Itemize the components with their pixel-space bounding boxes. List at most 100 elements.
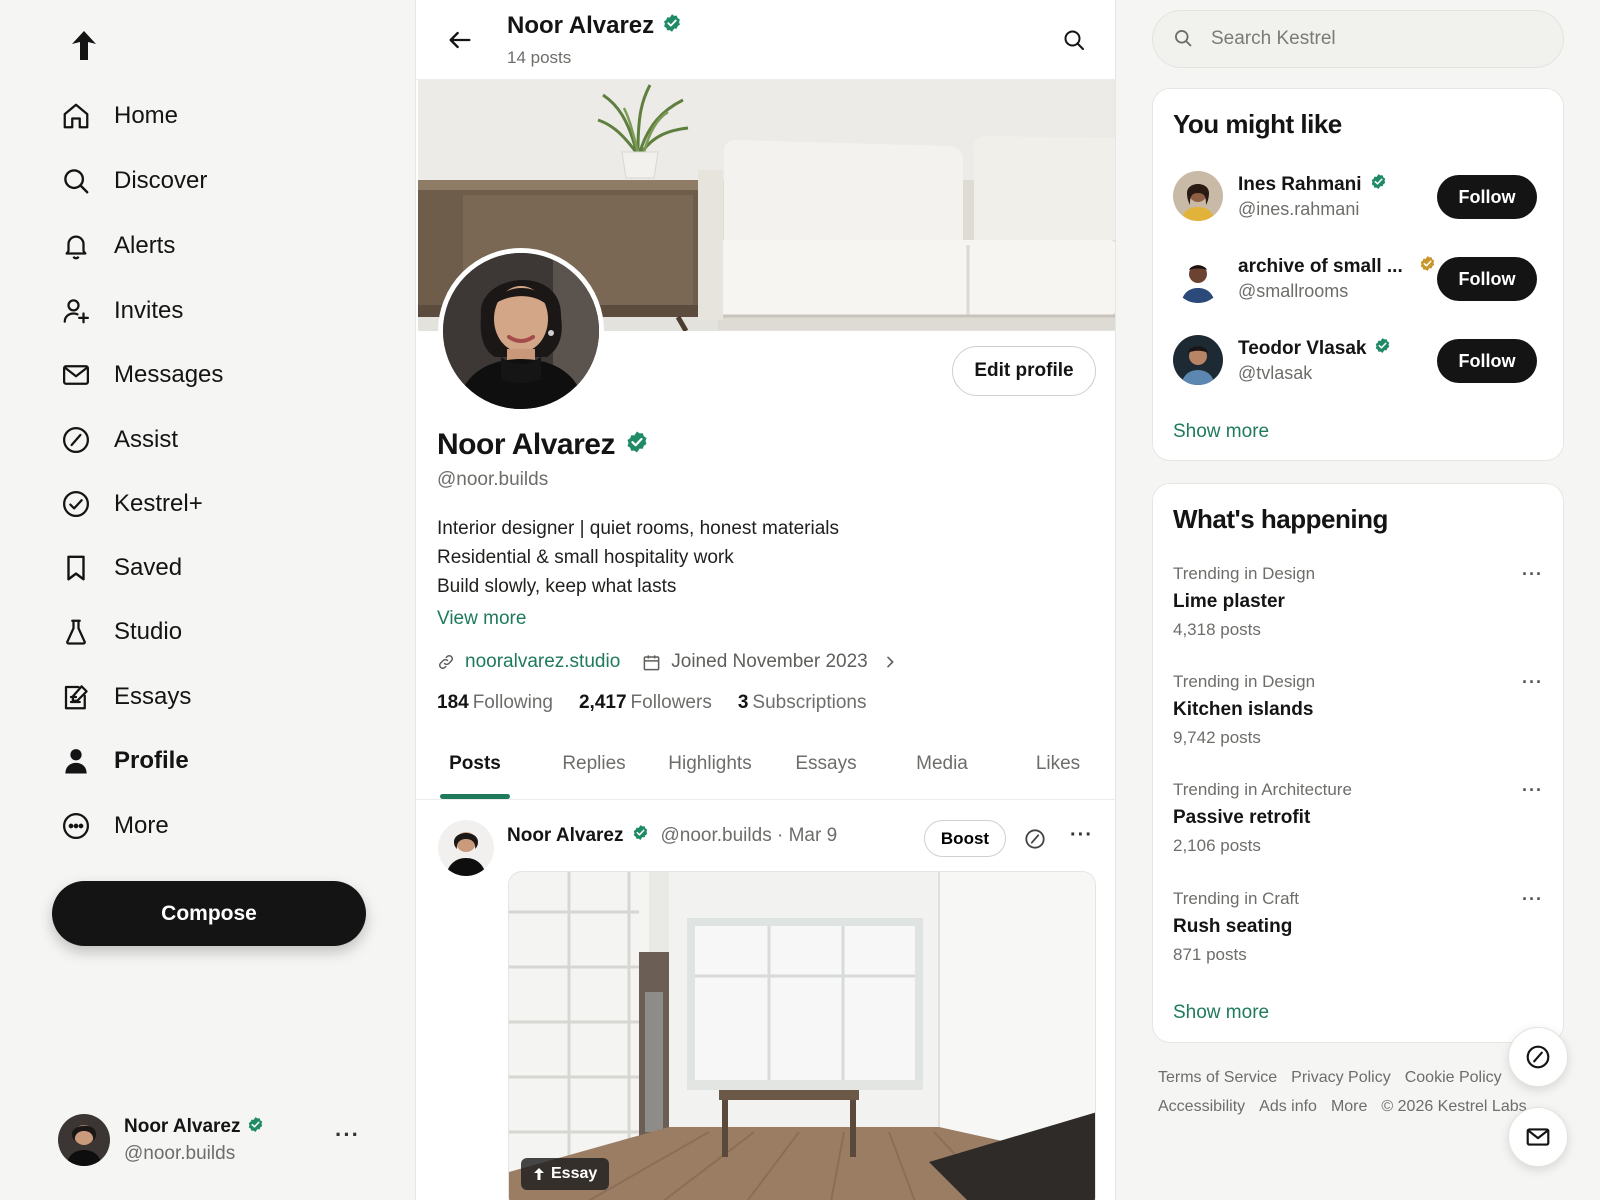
- footer-link[interactable]: Ads info: [1259, 1098, 1317, 1115]
- footer-link[interactable]: Accessibility: [1158, 1098, 1245, 1115]
- note-edit-icon: [60, 681, 92, 713]
- right-sidebar: You might like Ines Rahmani @ines.rahman…: [1116, 0, 1600, 1200]
- show-more-link[interactable]: Show more: [1173, 1002, 1269, 1024]
- nav-item-assist[interactable]: Assist: [60, 418, 360, 462]
- tab-media[interactable]: Media: [884, 744, 1000, 800]
- post-count: 14 posts: [507, 48, 572, 67]
- trends-card: What's happening Trending in Design Lime…: [1152, 483, 1564, 1043]
- nav-item-messages[interactable]: Messages: [60, 353, 360, 397]
- active-tab-indicator: [440, 794, 510, 799]
- trend-more-icon[interactable]: ···: [1522, 889, 1543, 910]
- show-more-link[interactable]: Show more: [1173, 421, 1269, 443]
- nav-item-invites[interactable]: Invites: [60, 289, 360, 333]
- nav-label: Kestrel+: [114, 490, 203, 517]
- trend-more-icon[interactable]: ···: [1522, 780, 1543, 801]
- check-circle-icon: [60, 488, 92, 520]
- subscriptions-stat[interactable]: 3 Subscriptions: [738, 692, 867, 714]
- footer-link[interactable]: Privacy Policy: [1291, 1069, 1391, 1086]
- verified-badge-icon: [625, 428, 649, 462]
- tab-highlights[interactable]: Highlights: [652, 744, 768, 800]
- nav-item-alerts[interactable]: Alerts: [60, 224, 360, 268]
- profile-meta: nooralvarez.studio Joined November 2023: [437, 648, 898, 676]
- search-field[interactable]: [1152, 10, 1564, 68]
- account-handle: @noor.builds: [124, 1142, 236, 1164]
- arrow-up-icon: [533, 1167, 545, 1181]
- post-image[interactable]: Essay: [508, 871, 1096, 1200]
- messages-fab-button[interactable]: [1508, 1107, 1568, 1167]
- following-stat[interactable]: 184 Following: [437, 692, 553, 714]
- tab-essays[interactable]: Essays: [768, 744, 884, 800]
- nav-item-more[interactable]: More: [60, 804, 360, 848]
- trend-title: Passive retrofit: [1173, 807, 1311, 828]
- nav-item-studio[interactable]: Studio: [60, 610, 360, 654]
- tab-replies[interactable]: Replies: [536, 744, 652, 800]
- follow-button[interactable]: Follow: [1437, 339, 1537, 383]
- trend-item[interactable]: Trending in Architecture Passive retrofi…: [1173, 780, 1543, 870]
- post[interactable]: Noor Alvarez @noor.builds · Mar 9 Boost …: [416, 800, 1115, 1200]
- followers-stat[interactable]: 2,417 Followers: [579, 692, 712, 714]
- trend-more-icon[interactable]: ···: [1522, 672, 1543, 693]
- nav-item-discover[interactable]: Discover: [60, 159, 360, 203]
- kestrel-logo-icon[interactable]: [66, 28, 102, 64]
- suggestion-name-text: Teodor Vlasak: [1238, 337, 1367, 359]
- profile-tabs: Posts Replies Highlights Essays Media Li…: [416, 744, 1115, 800]
- tab-likes[interactable]: Likes: [1000, 744, 1115, 800]
- nav-label: Profile: [114, 747, 189, 774]
- trend-count: 4,318 posts: [1173, 620, 1261, 639]
- tab-posts[interactable]: Posts: [416, 744, 534, 800]
- edit-profile-button[interactable]: Edit profile: [952, 346, 1096, 396]
- profile-avatar[interactable]: [438, 248, 604, 414]
- search-icon: [60, 165, 92, 197]
- slash-circle-icon[interactable]: [1024, 828, 1046, 850]
- chevron-right-icon[interactable]: [882, 654, 898, 670]
- post-more-icon[interactable]: ···: [1070, 824, 1093, 847]
- nav-label: Home: [114, 102, 179, 129]
- search-icon[interactable]: [1062, 28, 1086, 52]
- nav-item-profile[interactable]: Profile: [60, 739, 360, 783]
- back-arrow-icon[interactable]: [446, 26, 474, 54]
- suggestion-handle: @tvlasak: [1238, 363, 1313, 383]
- assist-fab-button[interactable]: [1508, 1027, 1568, 1087]
- account-switcher[interactable]: Noor Alvarez @noor.builds ···: [58, 1112, 368, 1168]
- trend-item[interactable]: Trending in Design Lime plaster 4,318 po…: [1173, 564, 1543, 654]
- view-more-link[interactable]: View more: [437, 608, 526, 630]
- trends-title: What's happening: [1173, 504, 1388, 534]
- website-link[interactable]: nooralvarez.studio: [465, 651, 620, 673]
- post-author[interactable]: Noor Alvarez: [507, 825, 624, 847]
- suggestion-item[interactable]: archive of small ... @smallrooms Follow: [1173, 253, 1549, 305]
- nav-item-kestrel-plus[interactable]: Kestrel+: [60, 482, 360, 526]
- nav-label: Studio: [114, 618, 183, 645]
- bio-line: Build slowly, keep what lasts: [437, 576, 677, 597]
- footer-link[interactable]: Cookie Policy: [1405, 1069, 1502, 1086]
- avatar: [1173, 253, 1223, 303]
- follow-button[interactable]: Follow: [1437, 175, 1537, 219]
- trend-item[interactable]: Trending in Design Kitchen islands 9,742…: [1173, 672, 1543, 762]
- nav-item-home[interactable]: Home: [60, 94, 360, 138]
- footer-link[interactable]: More: [1331, 1098, 1367, 1115]
- footer-copyright: © 2026 Kestrel Labs: [1381, 1098, 1527, 1115]
- suggestion-name: archive of small ...: [1238, 255, 1436, 278]
- suggestion-item[interactable]: Ines Rahmani @ines.rahmani Follow: [1173, 171, 1549, 223]
- suggestion-name-text: archive of small ...: [1238, 255, 1403, 277]
- trend-more-icon[interactable]: ···: [1522, 564, 1543, 585]
- follow-button[interactable]: Follow: [1437, 257, 1537, 301]
- compose-button[interactable]: Compose: [52, 881, 366, 946]
- footer-link[interactable]: Terms of Service: [1158, 1069, 1277, 1086]
- search-input[interactable]: [1211, 28, 1551, 50]
- avatar: [1173, 335, 1223, 385]
- bookmark-icon: [60, 552, 92, 584]
- trend-item[interactable]: Trending in Craft Rush seating 871 posts…: [1173, 889, 1543, 979]
- nav-item-saved[interactable]: Saved: [60, 546, 360, 590]
- user-plus-icon: [60, 295, 92, 327]
- avatar[interactable]: [438, 820, 494, 876]
- trend-context: Trending in Architecture: [1173, 780, 1352, 799]
- profile-column: Noor Alvarez 14 posts Edit profile Noor …: [416, 0, 1116, 1200]
- nav-item-essays[interactable]: Essays: [60, 675, 360, 719]
- trend-count: 9,742 posts: [1173, 728, 1261, 747]
- suggestion-item[interactable]: Teodor Vlasak @tvlasak Follow: [1173, 335, 1549, 387]
- boost-button[interactable]: Boost: [924, 820, 1006, 857]
- suggestion-name: Teodor Vlasak: [1238, 337, 1391, 360]
- page-title: Noor Alvarez: [507, 12, 682, 40]
- verified-badge-icon: [632, 824, 649, 847]
- account-more-icon[interactable]: ···: [335, 1122, 360, 1148]
